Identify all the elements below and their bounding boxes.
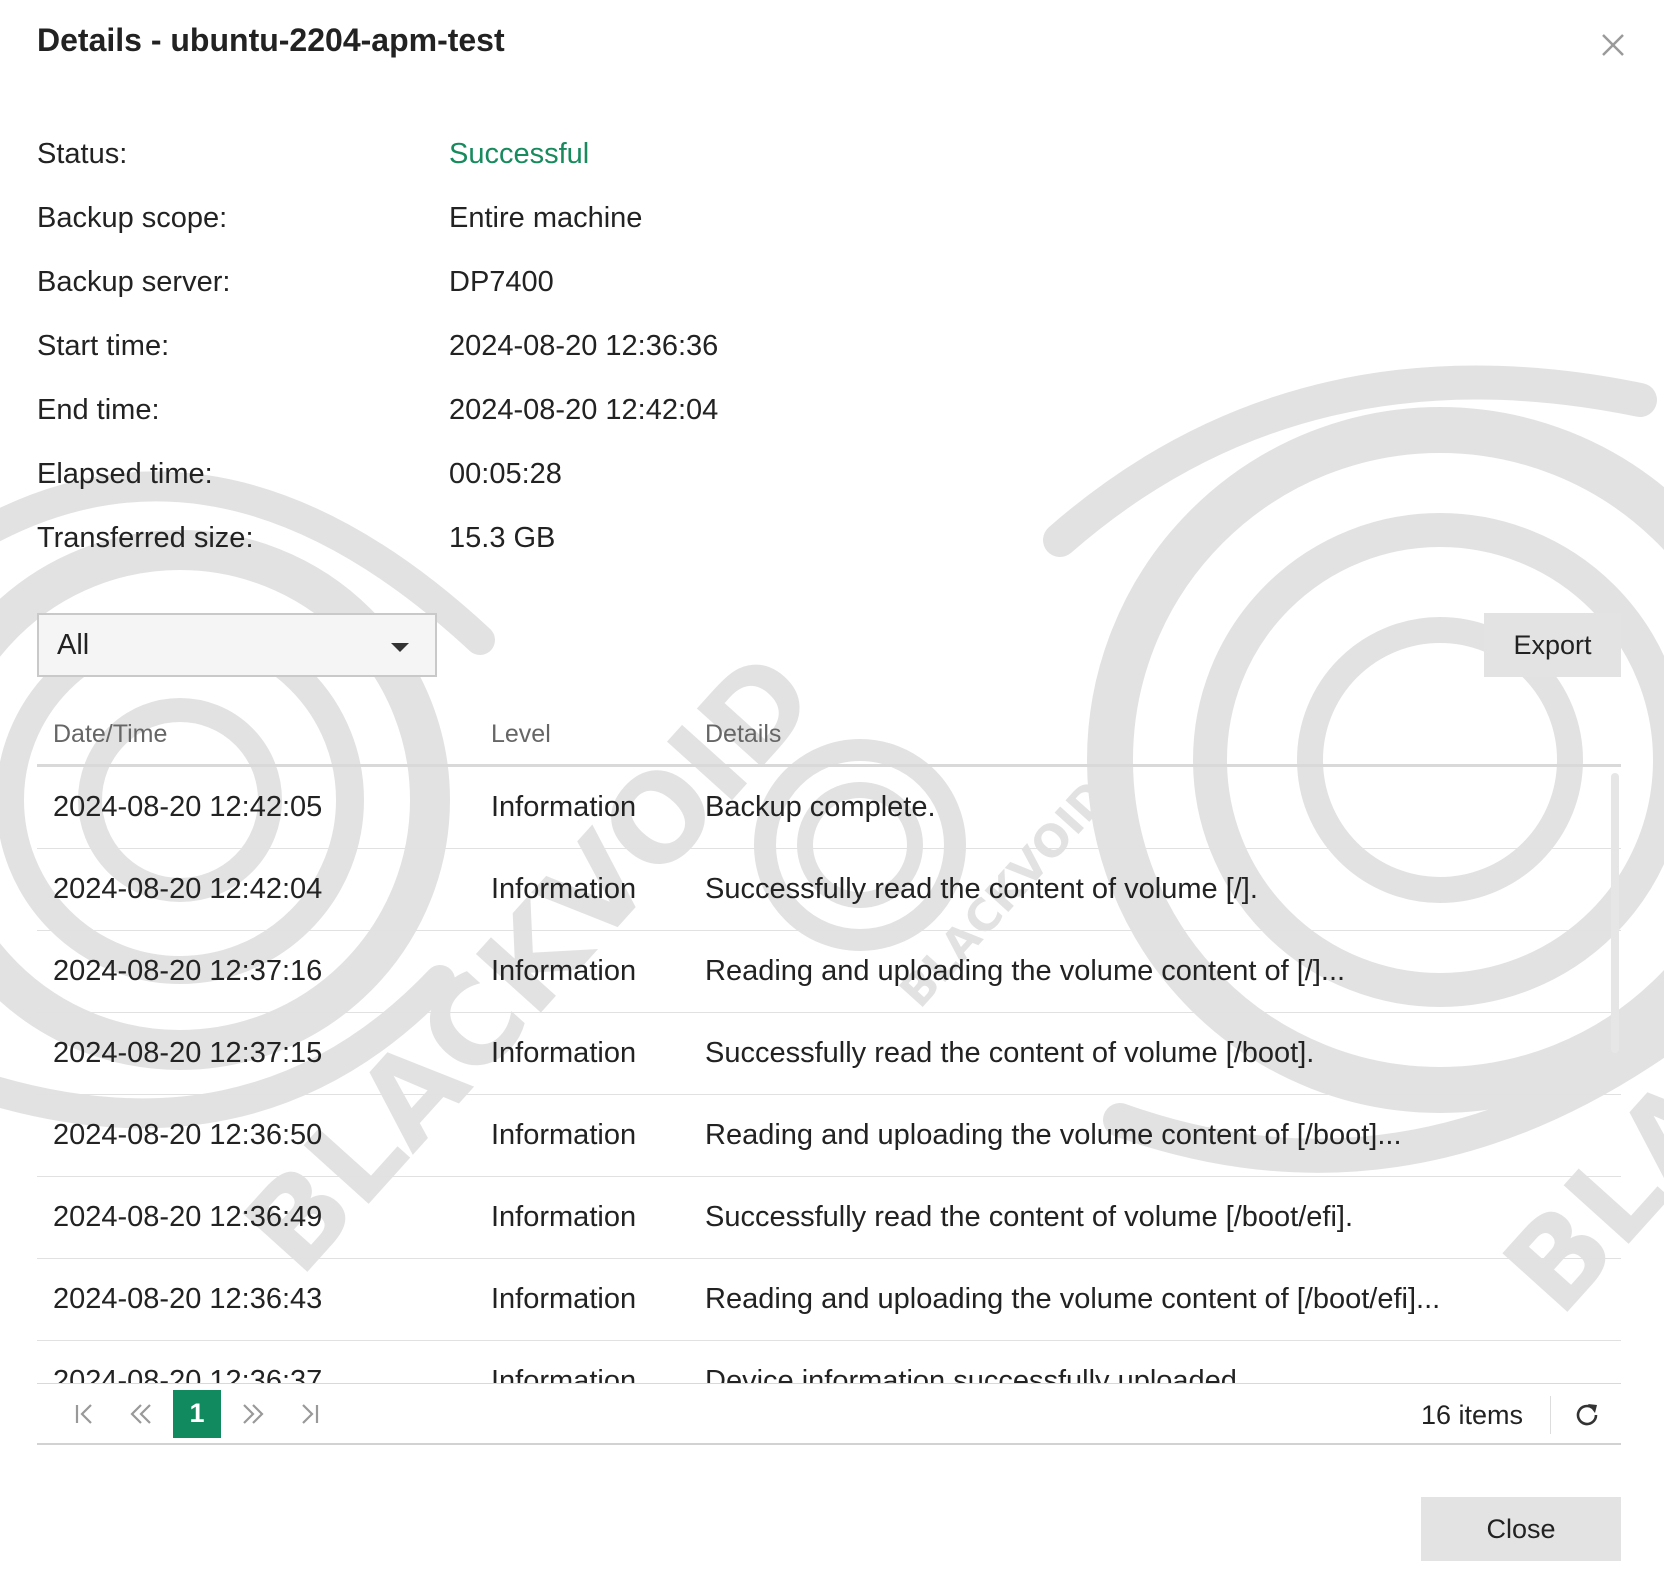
cell-datetime: 2024-08-20 12:37:16: [53, 955, 323, 987]
previous-page-icon[interactable]: [113, 1390, 169, 1438]
cell-level: Information: [491, 1365, 637, 1383]
caret-down-icon: [391, 643, 409, 652]
table-row[interactable]: 2024-08-20 12:42:04 Information Successf…: [37, 849, 1621, 931]
cell-level: Information: [491, 1201, 637, 1233]
info-row-elapsed-time: Elapsed time: 00:05:28: [37, 442, 718, 506]
backup-info: Status: Successful Backup scope: Entire …: [37, 122, 718, 570]
info-label: Status:: [37, 137, 128, 170]
page-number-current[interactable]: 1: [173, 1389, 221, 1438]
info-value: 2024-08-20 12:36:36: [449, 329, 719, 362]
column-header-level[interactable]: Level: [491, 720, 705, 749]
table-row[interactable]: 2024-08-20 12:37:16 Information Reading …: [37, 931, 1621, 1013]
items-count: 16 items: [1420, 1399, 1523, 1430]
info-label: End time:: [37, 393, 160, 426]
cell-datetime: 2024-08-20 12:37:15: [53, 1037, 323, 1069]
info-value: DP7400: [449, 265, 554, 298]
status-value: Successful: [449, 137, 590, 170]
details-dialog: BLACKVOID BLACKVOID BLACKVOID Details - …: [0, 0, 1664, 1582]
level-filter-dropdown[interactable]: All: [37, 613, 437, 677]
info-row-start-time: Start time: 2024-08-20 12:36:36: [37, 314, 718, 378]
info-row-backup-server: Backup server: DP7400: [37, 250, 718, 314]
refresh-icon[interactable]: [1571, 1399, 1603, 1431]
info-value: 00:05:28: [449, 457, 562, 490]
last-page-icon[interactable]: [281, 1390, 337, 1438]
info-row-status: Status: Successful: [37, 122, 718, 186]
info-row-end-time: End time: 2024-08-20 12:42:04: [37, 378, 718, 442]
pager: 1 16 items: [37, 1383, 1621, 1445]
cell-level: Information: [491, 873, 637, 905]
grid-header: Date/Time Level Details: [37, 705, 1621, 767]
info-value: 15.3 GB: [449, 521, 556, 554]
info-label: Backup server:: [37, 265, 231, 298]
info-value: Entire machine: [449, 201, 643, 234]
grid-scrollbar[interactable]: [1611, 773, 1619, 1053]
info-label: Start time:: [37, 329, 170, 362]
close-icon[interactable]: [1596, 28, 1630, 62]
cell-details: Reading and uploading the volume content…: [705, 1119, 1402, 1151]
cell-datetime: 2024-08-20 12:36:50: [53, 1119, 323, 1151]
next-page-icon[interactable]: [225, 1390, 281, 1438]
export-button[interactable]: Export: [1484, 613, 1621, 677]
cell-datetime: 2024-08-20 12:36:49: [53, 1201, 323, 1233]
info-label: Elapsed time:: [37, 457, 213, 490]
pager-divider: [1550, 1396, 1551, 1434]
cell-level: Information: [491, 1119, 637, 1151]
cell-details: Reading and uploading the volume content…: [705, 955, 1346, 987]
cell-datetime: 2024-08-20 12:42:04: [53, 873, 323, 905]
filter-selected-value: All: [57, 628, 90, 661]
info-label: Backup scope:: [37, 201, 228, 234]
cell-details: Device information successfully uploaded…: [705, 1365, 1245, 1383]
cell-details: Successfully read the content of volume …: [705, 1037, 1315, 1069]
cell-level: Information: [491, 1037, 637, 1069]
column-header-datetime[interactable]: Date/Time: [37, 720, 491, 749]
cell-datetime: 2024-08-20 12:42:05: [53, 791, 323, 823]
cell-datetime: 2024-08-20 12:36:43: [53, 1283, 323, 1315]
table-row[interactable]: 2024-08-20 12:36:49 Information Successf…: [37, 1177, 1621, 1259]
dialog-title: Details - ubuntu-2204-apm-test: [37, 22, 505, 58]
grid-body[interactable]: 2024-08-20 12:42:05 Information Backup c…: [37, 767, 1621, 1383]
table-row[interactable]: 2024-08-20 12:37:15 Information Successf…: [37, 1013, 1621, 1095]
cell-details: Successfully read the content of volume …: [705, 1201, 1354, 1233]
table-row[interactable]: 2024-08-20 12:36:50 Information Reading …: [37, 1095, 1621, 1177]
close-button[interactable]: Close: [1421, 1497, 1621, 1561]
table-row[interactable]: 2024-08-20 12:36:43 Information Reading …: [37, 1259, 1621, 1341]
first-page-icon[interactable]: [57, 1390, 113, 1438]
info-value: 2024-08-20 12:42:04: [449, 393, 719, 426]
cell-level: Information: [491, 955, 637, 987]
cell-details: Reading and uploading the volume content…: [705, 1283, 1441, 1315]
log-grid: Date/Time Level Details 2024-08-20 12:42…: [37, 705, 1621, 1383]
cell-details: Backup complete.: [705, 791, 936, 823]
table-row[interactable]: 2024-08-20 12:42:05 Information Backup c…: [37, 767, 1621, 849]
cell-datetime: 2024-08-20 12:36:37: [53, 1365, 323, 1383]
cell-level: Information: [491, 1283, 637, 1315]
column-header-details[interactable]: Details: [705, 720, 1621, 749]
table-row[interactable]: 2024-08-20 12:36:37 Information Device i…: [37, 1341, 1621, 1383]
info-row-backup-scope: Backup scope: Entire machine: [37, 186, 718, 250]
cell-level: Information: [491, 791, 637, 823]
info-label: Transferred size:: [37, 521, 254, 554]
cell-details: Successfully read the content of volume …: [705, 873, 1258, 905]
info-row-transferred-size: Transferred size: 15.3 GB: [37, 506, 718, 570]
